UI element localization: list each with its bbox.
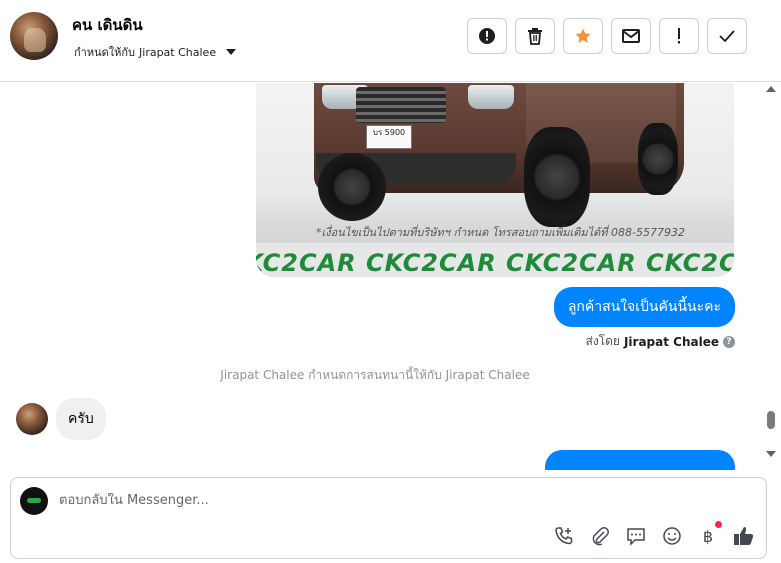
caret-down-icon [226,49,237,55]
contact-name[interactable]: คน เดินดิน [72,13,143,37]
message-thread[interactable]: บร 5900 *เงื่อนไขเป็นไปตามที่บริษัทฯ กำห… [0,83,781,470]
scroll-up-arrow-icon[interactable] [766,86,776,92]
assign-label: กำหนดให้กับ [74,46,136,59]
thumbs-up-icon[interactable] [732,524,756,548]
trash-icon [528,28,542,45]
exclamation-icon [678,28,680,44]
star-icon [575,28,591,43]
car-photo-attachment[interactable]: บร 5900 *เงื่อนไขเป็นไปตามที่บริษัทฯ กำห… [256,83,734,277]
incoming-message-bubble[interactable]: ครับ [56,398,106,440]
mark-done-button[interactable] [707,18,747,54]
star-button[interactable] [563,18,603,54]
outgoing-message-bubble[interactable]: ลูกค้าสนใจเป็นคันนี้นะคะ [553,287,735,327]
assignment-dropdown[interactable]: กำหนดให้กับ Jirapat Chalee [74,43,237,61]
assignee-name: Jirapat Chalee [139,45,217,59]
help-icon[interactable]: ? [723,335,735,348]
system-note: Jirapat Chalee กำหนดการสนทนานี้ให้กับ Ji… [220,368,530,382]
checkmark-icon [719,30,735,43]
phone-add-icon[interactable] [552,524,576,548]
composer-tools: ฿ [552,521,756,548]
reply-composer: ฿ [10,477,767,559]
page-avatar [20,487,48,515]
sent-by-line: ส่งโดย Jirapat Chalee ? [585,332,735,351]
rear-wheel [638,123,678,195]
alert-circle-icon [479,28,495,44]
outgoing-message-bubble-partial[interactable] [545,450,735,470]
mark-spam-button[interactable] [467,18,507,54]
headlight-right [468,85,514,109]
notification-dot [715,521,722,528]
front-right-wheel [524,127,590,227]
mark-unread-button[interactable] [611,18,651,54]
banner-text: CKC2CAR CKC2CAR CKC2CAR CKC2CAR CKC2CAR … [256,249,734,277]
contact-avatar-small[interactable] [16,403,48,435]
image-banner: CKC2CAR CKC2CAR CKC2CAR CKC2CAR CKC2CAR … [256,243,734,277]
paperclip-icon[interactable] [588,524,612,548]
scrollbar-thumb[interactable] [767,411,775,429]
reply-input[interactable] [59,493,739,508]
header-actions [467,18,747,54]
follow-up-button[interactable] [659,18,699,54]
contact-avatar[interactable] [10,12,58,60]
envelope-icon [622,29,640,43]
sent-by-label: ส่งโดย [585,334,620,348]
delete-button[interactable] [515,18,555,54]
baht-payment-icon[interactable]: ฿ [696,521,722,548]
license-plate: บร 5900 [366,125,412,149]
sender-name: Jirapat Chalee [623,334,719,349]
conversation-header: คน เดินดิน กำหนดให้กับ Jirapat Chalee [0,0,781,82]
image-caption: *เงื่อนไขเป็นไปตามที่บริษัทฯ กำหนด โทรสอ… [316,226,685,239]
car-grille [356,87,446,123]
scroll-down-arrow-icon[interactable] [766,451,776,457]
emoji-icon[interactable] [660,524,684,548]
saved-reply-icon[interactable] [624,524,648,548]
front-left-wheel [318,153,386,221]
